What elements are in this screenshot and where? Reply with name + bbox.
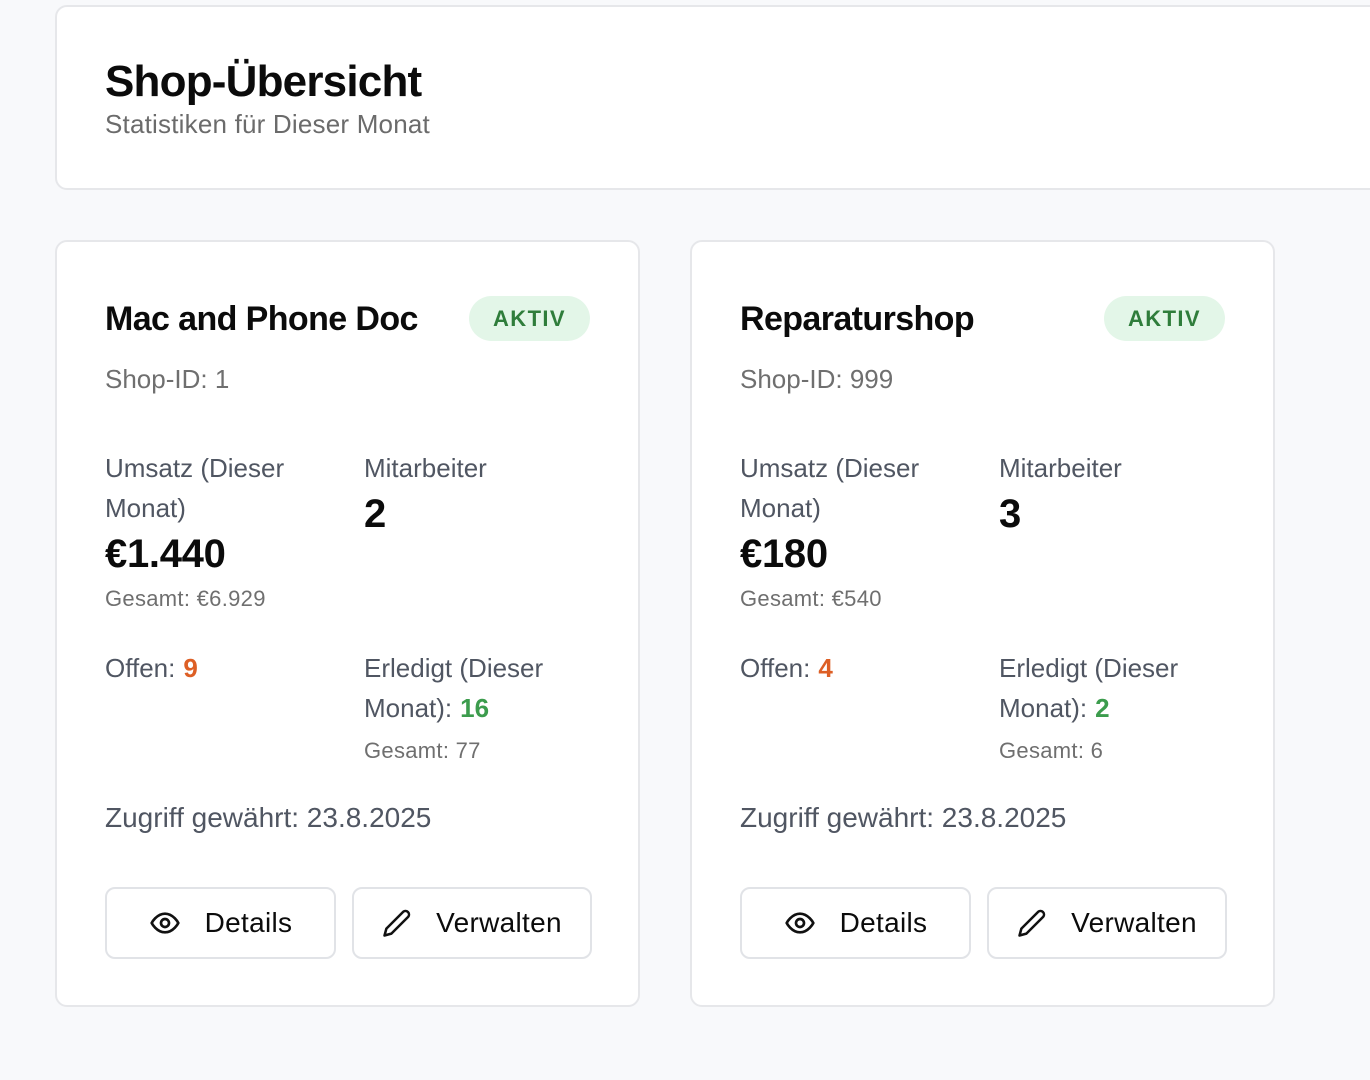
revenue-value: €1.440	[105, 532, 226, 576]
shop-id: Shop-ID: 1	[105, 364, 230, 394]
done-label: Erledigt (Dieser Monat):	[364, 653, 544, 723]
open-label: Offen:	[105, 653, 176, 683]
employees-label: Mitarbeiter	[999, 453, 1122, 483]
open-tickets: Offen: 4	[740, 648, 833, 688]
access-granted: Zugriff gewährt: 23.8.2025	[740, 802, 1067, 833]
manage-label: Verwalten	[436, 907, 562, 938]
employees-value: 2	[364, 492, 387, 536]
done-tickets: Erledigt (Dieser Monat): 2	[999, 648, 1239, 728]
eye-icon	[149, 907, 181, 939]
manage-button[interactable]: Verwalten	[987, 887, 1227, 959]
done-total: Gesamt: 77	[364, 738, 481, 763]
open-count: 4	[818, 653, 833, 683]
manage-label: Verwalten	[1071, 907, 1197, 938]
manage-button[interactable]: Verwalten	[352, 887, 592, 959]
open-label: Offen:	[740, 653, 811, 683]
shop-name: Reparaturshop	[740, 300, 975, 338]
details-button[interactable]: Details	[740, 887, 971, 959]
revenue-value: €180	[740, 532, 828, 576]
done-label: Erledigt (Dieser Monat):	[999, 653, 1179, 723]
shop-card-2: Reparaturshop AKTIV Shop-ID: 999 Umsatz …	[690, 240, 1275, 1007]
shop-id: Shop-ID: 999	[740, 364, 894, 394]
open-tickets: Offen: 9	[105, 648, 198, 688]
shop-name: Mac and Phone Doc	[105, 300, 418, 338]
page-header: Shop-Übersicht Statistiken für Dieser Mo…	[55, 5, 1370, 190]
page-title: Shop-Übersicht	[105, 57, 422, 106]
eye-icon	[784, 907, 816, 939]
done-count: 16	[460, 693, 490, 723]
status-badge: AKTIV	[469, 296, 590, 341]
page-subtitle: Statistiken für Dieser Monat	[105, 109, 430, 139]
access-granted: Zugriff gewährt: 23.8.2025	[105, 802, 432, 833]
done-total: Gesamt: 6	[999, 738, 1104, 763]
pencil-icon	[1017, 908, 1047, 938]
revenue-total: Gesamt: €540	[740, 586, 882, 611]
revenue-label: Umsatz (Dieser Monat)	[105, 453, 285, 523]
done-tickets: Erledigt (Dieser Monat): 16	[364, 648, 604, 728]
details-button[interactable]: Details	[105, 887, 336, 959]
shop-card-1: Mac and Phone Doc AKTIV Shop-ID: 1 Umsat…	[55, 240, 640, 1007]
employees-label: Mitarbeiter	[364, 453, 487, 483]
status-badge: AKTIV	[1104, 296, 1225, 341]
done-count: 2	[1095, 693, 1110, 723]
details-label: Details	[204, 907, 293, 938]
revenue-total: Gesamt: €6.929	[105, 586, 266, 611]
employees-value: 3	[999, 492, 1022, 536]
details-label: Details	[839, 907, 928, 938]
pencil-icon	[382, 908, 412, 938]
revenue-label: Umsatz (Dieser Monat)	[740, 453, 920, 523]
open-count: 9	[183, 653, 198, 683]
